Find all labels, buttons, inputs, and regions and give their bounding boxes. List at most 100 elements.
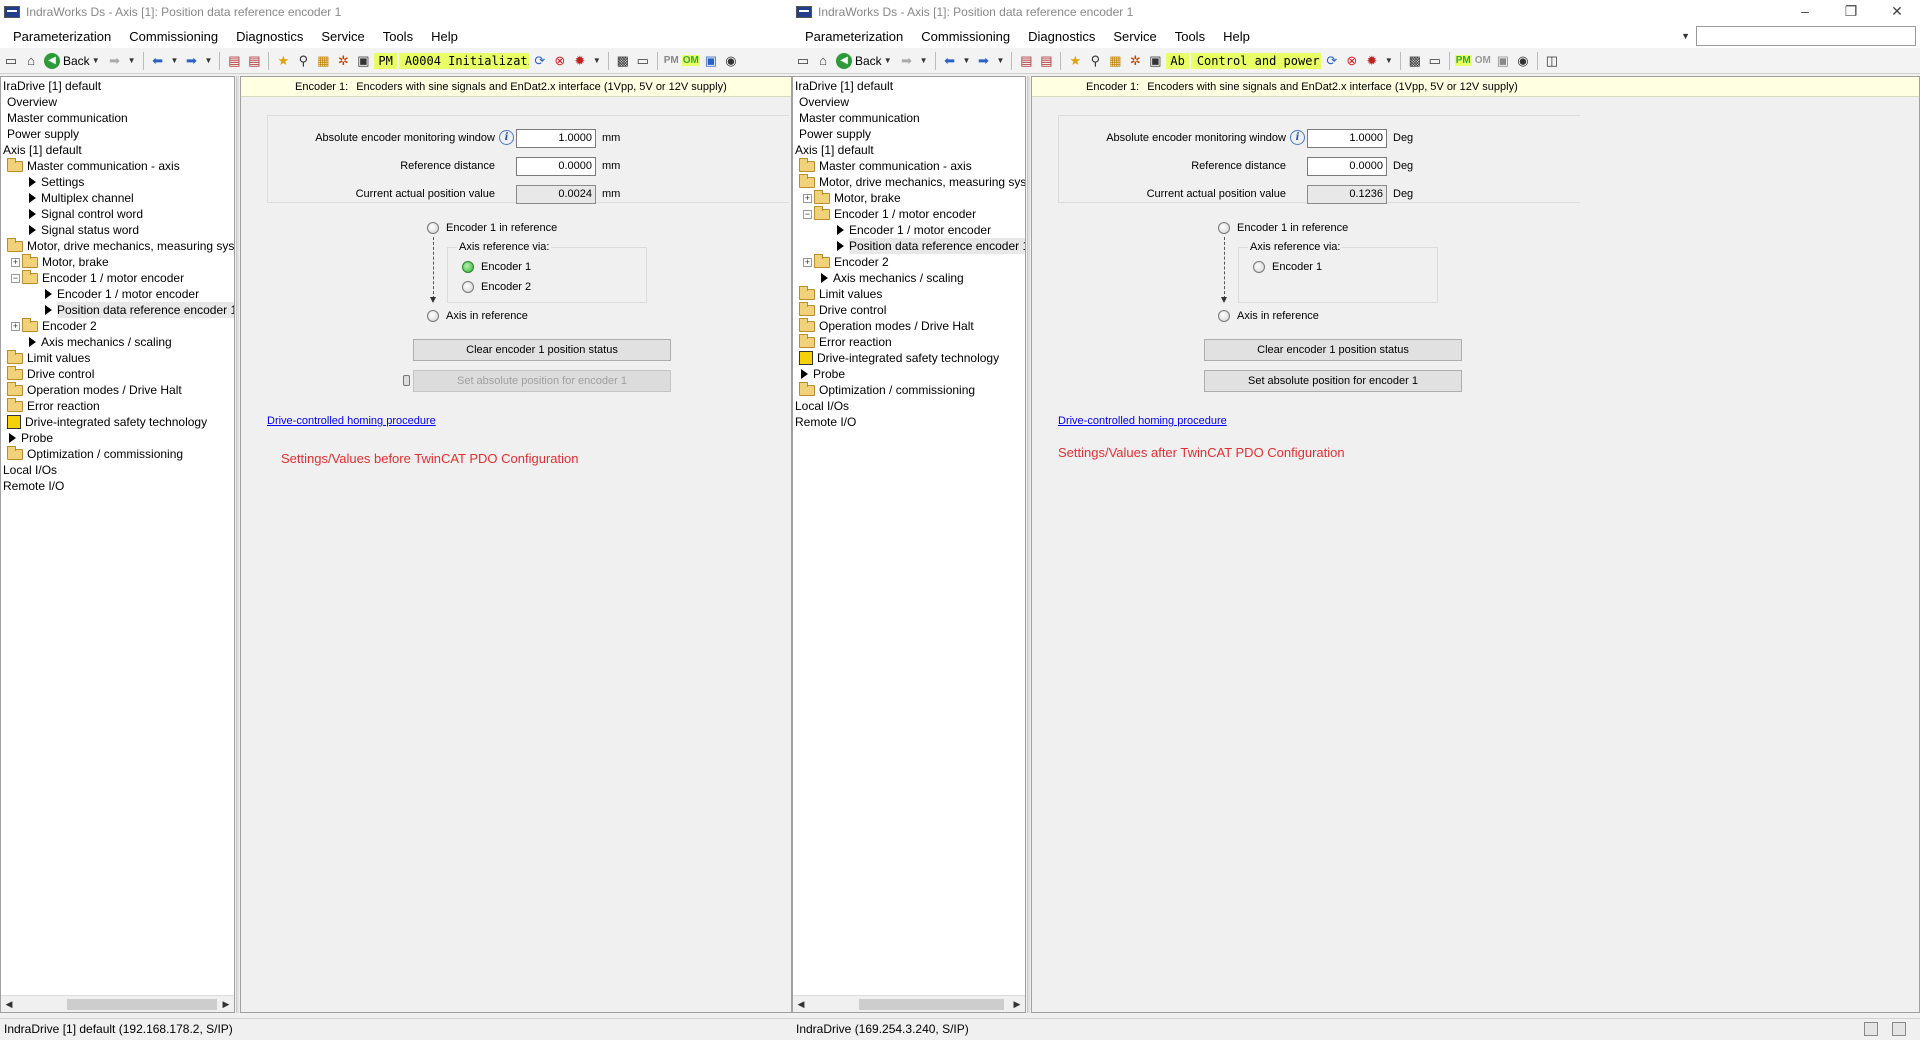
display-icon[interactable]: ▣ [1494,52,1512,70]
dropdown-icon[interactable]: ▼ [963,56,971,65]
new-window-icon[interactable]: ▭ [794,52,812,70]
forward-icon[interactable]: ➡ [898,52,916,70]
home-icon[interactable]: ⌂ [22,52,40,70]
scroll-right-icon[interactable]: ▶ [218,999,234,1010]
tree-item-drive-control[interactable]: Drive control [793,301,1025,318]
monitor-icon[interactable]: ▭ [1426,52,1444,70]
display-icon[interactable]: ▣ [702,52,720,70]
tree-item-encoder-1-motor-encoder[interactable]: − Encoder 1 / motor encoder [793,205,1025,222]
splitter[interactable] [1027,76,1030,1013]
monitoring-window-input[interactable]: 1.0000 [516,128,596,148]
monitoring-window-input[interactable]: 1.0000 [1307,128,1387,148]
clear-encoder-status-button[interactable]: Clear encoder 1 position status [413,339,671,361]
info-icon[interactable]: i [499,130,514,145]
tree-item-overview[interactable]: Overview [793,94,1025,110]
om-mode-icon[interactable]: OM [681,55,700,66]
refresh-icon[interactable]: ⟳ [531,52,549,70]
om-mode-icon[interactable]: OM [1474,55,1492,66]
dropdown-icon[interactable]: ▼ [204,56,212,65]
tree-item-limit-values[interactable]: Limit values [793,285,1025,302]
tree-item-drive-integrated-safety-technology[interactable]: Drive-integrated safety technology [793,350,1025,366]
homing-procedure-link[interactable]: Drive-controlled homing procedure [267,415,436,427]
minimize-icon[interactable]: – [1782,0,1828,24]
menu-commissioning[interactable]: Commissioning [120,29,227,44]
tree-item-axis-mechanics-scaling[interactable]: Axis mechanics / scaling [793,270,1025,286]
back-button[interactable]: ◀ Back ▼ [834,52,896,69]
expand-icon[interactable]: + [11,321,20,331]
table-icon[interactable]: ▦ [314,52,332,70]
pm-mode-icon[interactable]: PM [1454,55,1472,66]
tree-item-operation-modes-drive-halt[interactable]: Operation modes / Drive Halt [793,317,1025,334]
oscilloscope-icon[interactable]: ▩ [1406,52,1424,70]
alarm-icon[interactable]: ✹ [1363,52,1381,70]
homing-procedure-link[interactable]: Drive-controlled homing procedure [1058,415,1227,427]
arrow-left-icon[interactable]: ⬅ [941,52,959,70]
tree-item-iradrive-1-default[interactable]: IraDrive [1] default [1,78,234,94]
tree-item-remote-i-o[interactable]: Remote I/O [793,414,1025,430]
monitor-icon[interactable]: ▭ [634,52,652,70]
tree-item-encoder-2[interactable]: + Encoder 2 [1,317,234,334]
favorite-star-icon[interactable]: ★ [274,52,292,70]
alarm-icon[interactable]: ✹ [571,52,589,70]
set-absolute-position-button[interactable]: Set absolute position for encoder 1 [1204,370,1462,392]
splitter[interactable] [236,76,239,1013]
tree-item-encoder-1-motor-encoder[interactable]: Encoder 1 / motor encoder [793,222,1025,238]
search-input[interactable] [1696,26,1916,46]
tree-item-signal-control-word[interactable]: Signal control word [1,206,234,222]
menu-service[interactable]: Service [312,29,373,44]
menu-diagnostics[interactable]: Diagnostics [227,29,312,44]
tree-item-power-supply[interactable]: Power supply [1,126,234,142]
tree-item-motor-drive-mechanics-measuring-systems[interactable]: Motor, drive mechanics, measuring system… [1,237,234,254]
menu-commissioning[interactable]: Commissioning [912,29,1019,44]
tree-item-master-communication[interactable]: Master communication [1,110,234,126]
scroll-track[interactable] [17,997,218,1012]
menu-service[interactable]: Service [1104,29,1165,44]
tree-item-iradrive-1-default[interactable]: IraDrive [1] default [793,78,1025,94]
table-icon[interactable]: ▦ [1106,52,1124,70]
tree-item-multiplex-channel[interactable]: Multiplex channel [1,190,234,206]
tree-item-motor-brake[interactable]: + Motor, brake [793,189,1025,206]
camera-icon[interactable]: ◉ [722,52,740,70]
scroll-left-icon[interactable]: ◀ [1,999,17,1010]
refresh-icon[interactable]: ⟳ [1323,52,1341,70]
scroll-track[interactable] [809,997,1009,1012]
set-absolute-position-button[interactable]: Set absolute position for encoder 1 [413,370,671,392]
chevron-down-icon[interactable]: ▼ [1681,31,1690,41]
tree-item-motor-brake[interactable]: + Motor, brake [1,253,234,270]
tree-item-operation-modes-drive-halt[interactable]: Operation modes / Drive Halt [1,381,234,398]
tree-item-error-reaction[interactable]: Error reaction [1,397,234,414]
dropdown-icon[interactable]: ▼ [171,56,179,65]
expand-icon[interactable]: + [803,257,812,267]
info-icon[interactable]: i [1290,130,1305,145]
forward-dropdown-icon[interactable]: ▼ [128,56,136,65]
tree-item-position-data-reference-encoder-1[interactable]: Position data reference encoder 1 [793,238,1025,254]
tree-horizontal-scrollbar[interactable]: ◀ ▶ [793,995,1025,1012]
menu-tools[interactable]: Tools [1166,29,1214,44]
dropdown-icon[interactable]: ▼ [593,56,601,65]
tree-item-optimization-commissioning[interactable]: Optimization / commissioning [1,445,234,462]
reference-distance-input[interactable]: 0.0000 [1307,156,1387,176]
tree-item-local-i-os[interactable]: Local I/Os [793,398,1025,414]
collapse-icon[interactable]: − [11,273,20,283]
clear-encoder-status-button[interactable]: Clear encoder 1 position status [1204,339,1462,361]
tree-item-drive-integrated-safety-technology[interactable]: Drive-integrated safety technology [1,414,234,430]
menu-help[interactable]: Help [1214,29,1259,44]
error-clear-icon[interactable]: ⊗ [551,52,569,70]
tree-item-probe[interactable]: Probe [793,366,1025,382]
tree-item-overview[interactable]: Overview [1,94,234,110]
tree-item-remote-i-o[interactable]: Remote I/O [1,478,234,494]
dropdown-icon[interactable]: ▼ [996,56,1004,65]
scroll-right-icon[interactable]: ▶ [1009,999,1025,1010]
tree-item-encoder-2[interactable]: + Encoder 2 [793,253,1025,270]
new-window-icon[interactable]: ▭ [2,52,20,70]
drive-icon[interactable]: ▣ [1146,52,1164,70]
expand-icon[interactable]: + [11,257,20,267]
favorite-star-icon[interactable]: ★ [1066,52,1084,70]
scroll-left-icon[interactable]: ◀ [793,999,809,1010]
forward-dropdown-icon[interactable]: ▼ [920,56,928,65]
pm-mode-icon[interactable]: PM [663,55,680,66]
menu-parameterization[interactable]: Parameterization [796,29,912,44]
back-dropdown-icon[interactable]: ▼ [884,56,892,65]
drive-icon[interactable]: ▣ [354,52,372,70]
forward-icon[interactable]: ➡ [106,52,124,70]
